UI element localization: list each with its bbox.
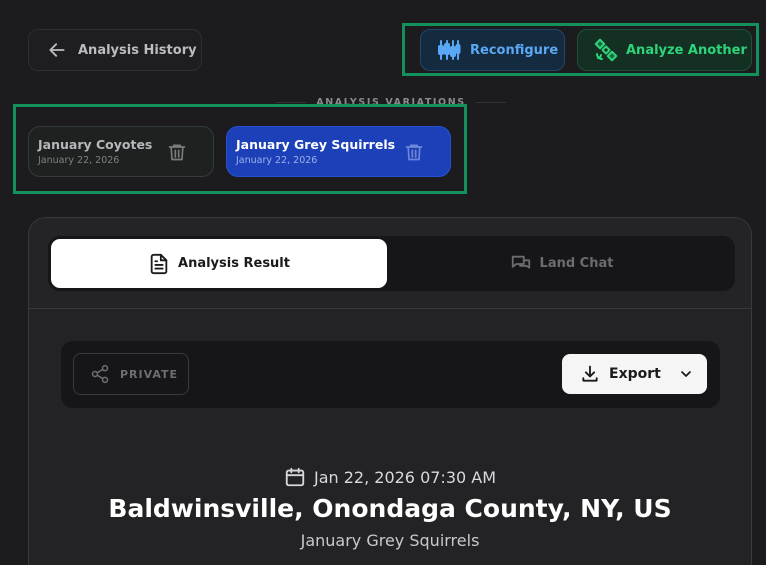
chevron-down-icon (680, 371, 691, 377)
trash-icon[interactable] (167, 141, 187, 163)
result-toolbar: PRIVATE Export (61, 341, 720, 408)
back-to-history-button[interactable]: Analysis History (28, 29, 202, 71)
trash-icon[interactable] (404, 141, 424, 163)
export-label: Export (609, 366, 661, 382)
document-icon (150, 253, 168, 274)
report-location-title: Baldwinsville, Onondaga County, NY, US (108, 494, 672, 523)
arrow-left-icon (49, 43, 65, 57)
tab-land-chat[interactable]: Land Chat (391, 239, 732, 288)
analyze-another-label: Analyze Another (626, 42, 747, 58)
tab-bar: Analysis Result Land Chat (48, 236, 735, 291)
analysis-panel: Analysis Result Land Chat PRIVATE Export… (28, 217, 752, 565)
tab-label: Land Chat (539, 256, 614, 271)
analyze-another-button[interactable]: Analyze Another (577, 29, 752, 71)
variation-card-january-coyotes[interactable]: January Coyotes January 22, 2026 (28, 126, 214, 177)
share-icon (91, 364, 109, 384)
sliders-icon (438, 40, 461, 60)
privacy-label: PRIVATE (120, 367, 179, 381)
download-icon (582, 365, 598, 382)
tab-analysis-result[interactable]: Analysis Result (51, 239, 387, 288)
variation-card-january-grey-squirrels[interactable]: January Grey Squirrels January 22, 2026 (226, 126, 451, 177)
chat-icon (511, 255, 530, 269)
panel-tab-area: Analysis Result Land Chat (29, 218, 751, 309)
satellite-icon (594, 38, 618, 62)
calendar-icon (285, 467, 305, 487)
back-button-label: Analysis History (78, 42, 197, 58)
privacy-share-button[interactable]: PRIVATE (73, 353, 189, 395)
tab-label: Analysis Result (178, 256, 290, 271)
report-datetime: Jan 22, 2026 07:30 AM (29, 466, 751, 488)
report-datetime-text: Jan 22, 2026 07:30 AM (313, 467, 497, 487)
reconfigure-label: Reconfigure (470, 42, 559, 58)
report-subtitle: January Grey Squirrels (300, 531, 480, 550)
export-dropdown-button[interactable]: Export (562, 354, 707, 394)
reconfigure-button[interactable]: Reconfigure (420, 29, 565, 71)
